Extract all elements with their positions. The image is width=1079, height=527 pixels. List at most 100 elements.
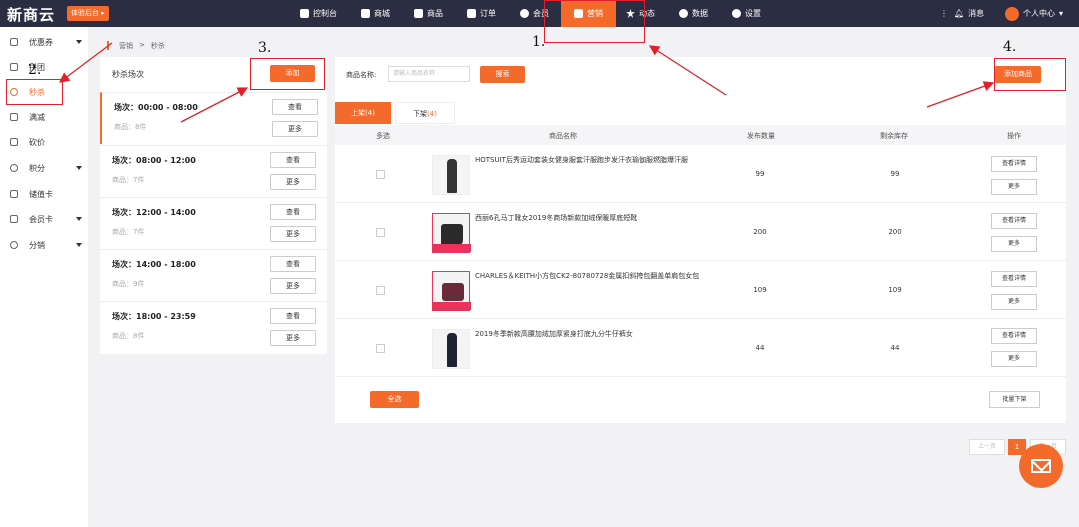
row-checkbox[interactable] [376, 170, 385, 179]
product-qty: 200 [753, 228, 767, 236]
product-qty: 44 [755, 344, 765, 352]
store-icon [361, 9, 370, 18]
sidebar-item-group-buy[interactable]: 拼团 [0, 57, 88, 77]
more-session-button[interactable]: 更多 [270, 174, 316, 190]
session-item[interactable]: 场次：18:00 - 23:59 商品：8件 查看 更多 [100, 301, 327, 353]
account-menu[interactable]: 个人中心 ▾ [1005, 0, 1063, 27]
tag-icon [10, 138, 18, 146]
select-all-button[interactable]: 全选 [370, 391, 419, 408]
annotation-number-1: 1. [532, 34, 546, 50]
more-session-button[interactable]: 更多 [272, 121, 318, 137]
session-item[interactable]: 场次：08:00 - 12:00 商品：7件 查看 更多 [100, 145, 327, 197]
sessions-title: 秒杀场次 [112, 70, 144, 79]
nav-orders[interactable]: 订单 [467, 0, 496, 27]
nav-data[interactable]: 数据 [679, 0, 708, 27]
session-item[interactable]: 场次：12:00 - 14:00 商品：7件 查看 更多 [100, 197, 327, 249]
col-qty: 发布数量 [747, 132, 775, 140]
sessions-panel: 秒杀场次 添加 场次：00:00 - 08:00 商品：8件 查看 更多 场次：… [100, 57, 327, 354]
product-name[interactable]: CHARLES＆KEITH小方包CK2-80780728金属扣斜挎包翻盖单肩包女… [475, 271, 710, 282]
more-session-button[interactable]: 更多 [270, 278, 316, 294]
sidebar-item-stored-value-card[interactable]: 储值卡 [0, 184, 88, 204]
view-detail-button[interactable]: 查看详情 [991, 213, 1037, 229]
col-stock: 剩余库存 [880, 132, 908, 140]
view-session-button[interactable]: 查看 [270, 308, 316, 324]
points-icon [10, 164, 18, 172]
gear-icon [732, 9, 741, 18]
view-session-button[interactable]: 查看 [272, 99, 318, 115]
table-row: 西丽6孔马丁靴女2019冬商场新款加绒保暖厚底短靴 200 200 查看详情 更… [335, 204, 1066, 261]
view-detail-button[interactable]: 查看详情 [991, 271, 1037, 287]
app-logo: 新商云 [7, 6, 56, 24]
session-item[interactable]: 场次：14:00 - 18:00 商品：9件 查看 更多 [100, 249, 327, 301]
tab-off-shelf[interactable]: 下架(4) [395, 102, 455, 124]
sidebar-item-full-reduction[interactable]: 满减 [0, 107, 88, 127]
goods-icon [414, 9, 423, 18]
more-menu[interactable]: ⋮ [940, 0, 948, 27]
session-count: 商品：9件 [112, 280, 145, 288]
lock-icon [10, 63, 18, 71]
more-session-button[interactable]: 更多 [270, 226, 316, 242]
session-count: 商品：7件 [112, 176, 145, 184]
search-input[interactable]: 请输入商品名称 [388, 66, 470, 82]
tab-on-shelf[interactable]: 上架(4) [335, 102, 391, 124]
col-select: 多选 [376, 132, 390, 140]
view-session-button[interactable]: 查看 [270, 204, 316, 220]
session-item[interactable]: 场次：00:00 - 08:00 商品：8件 查看 更多 [100, 92, 327, 144]
row-checkbox[interactable] [376, 228, 385, 237]
messages-link[interactable]: 🔔︎ 消息 [954, 0, 984, 27]
nav-goods[interactable]: 商品 [414, 0, 443, 27]
product-stock: 200 [888, 228, 902, 236]
sidebar-item-coupon[interactable]: 优惠券 [0, 32, 88, 52]
product-name[interactable]: 西丽6孔马丁靴女2019冬商场新款加绒保暖厚底短靴 [475, 213, 710, 224]
search-button[interactable]: 搜索 [480, 66, 525, 83]
view-detail-button[interactable]: 查看详情 [991, 328, 1037, 344]
annotation-number-2: 2. [28, 62, 42, 78]
view-detail-button[interactable]: 查看详情 [991, 156, 1037, 172]
sidebar-item-member-card[interactable]: 会员卡 [0, 209, 88, 229]
bulk-off-shelf-button[interactable]: 批量下架 [989, 391, 1040, 408]
view-session-button[interactable]: 查看 [270, 152, 316, 168]
product-qty: 99 [755, 170, 765, 178]
sidebar-item-points[interactable]: 积分 [0, 158, 88, 178]
table-row: CHARLES＆KEITH小方包CK2-80780728金属扣斜挎包翻盖单肩包女… [335, 262, 1066, 319]
nav-mall[interactable]: 商城 [361, 0, 390, 27]
more-button[interactable]: 更多 [991, 236, 1037, 252]
annotation-box-3 [250, 58, 325, 90]
product-image [432, 213, 471, 253]
product-image [432, 155, 470, 195]
breadcrumb-parent[interactable]: 营销 [119, 41, 133, 51]
session-time: 场次：08:00 - 12:00 [112, 156, 196, 165]
prev-page-button[interactable]: 上一页 [969, 439, 1005, 455]
more-button[interactable]: 更多 [991, 294, 1037, 310]
row-checkbox[interactable] [376, 344, 385, 353]
message-fab[interactable] [1019, 444, 1063, 488]
trial-backend-button[interactable]: 体验后台 ▸ [67, 6, 109, 21]
row-checkbox[interactable] [376, 286, 385, 295]
card-icon [10, 190, 18, 198]
top-navbar: 新商云 体验后台 ▸ 控制台 商城 商品 订单 会员 营销 动态 数据 设置 ⋮… [0, 0, 1079, 27]
avatar [1005, 6, 1019, 21]
order-icon [467, 9, 476, 18]
nav-settings[interactable]: 设置 [732, 0, 761, 27]
sidebar-item-bargain[interactable]: 砍价 [0, 132, 88, 152]
breadcrumb: 营销 > 秒杀 [107, 41, 165, 51]
product-name[interactable]: HOTSUIT后秀运动套装女健身服套汗服跑步发汗衣瑜伽服燃脂爆汗服 [475, 155, 710, 166]
sidebar-item-distribution[interactable]: 分销 [0, 235, 88, 255]
nav-dashboard[interactable]: 控制台 [300, 0, 337, 27]
session-time: 场次：12:00 - 14:00 [112, 208, 196, 217]
session-time: 场次：14:00 - 18:00 [112, 260, 196, 269]
caret-down-icon [76, 243, 82, 247]
more-button[interactable]: 更多 [991, 351, 1037, 367]
more-vertical-icon: ⋮ [940, 9, 948, 18]
more-session-button[interactable]: 更多 [270, 330, 316, 346]
product-name[interactable]: 2019冬季新款高腰加绒加厚紧身打底九分牛仔裤女 [475, 329, 710, 340]
product-stock: 44 [890, 344, 900, 352]
session-count: 商品：8件 [114, 123, 147, 131]
more-button[interactable]: 更多 [991, 179, 1037, 195]
products-panel: 商品名称: 请输入商品名称 搜索 添加商品 上架(4) 下架(4) 多选 商品名… [335, 57, 1066, 423]
share-icon [10, 241, 18, 249]
product-qty: 109 [753, 286, 767, 294]
coupon-icon [10, 38, 18, 46]
bell-icon: 🔔︎ [954, 9, 965, 18]
view-session-button[interactable]: 查看 [270, 256, 316, 272]
